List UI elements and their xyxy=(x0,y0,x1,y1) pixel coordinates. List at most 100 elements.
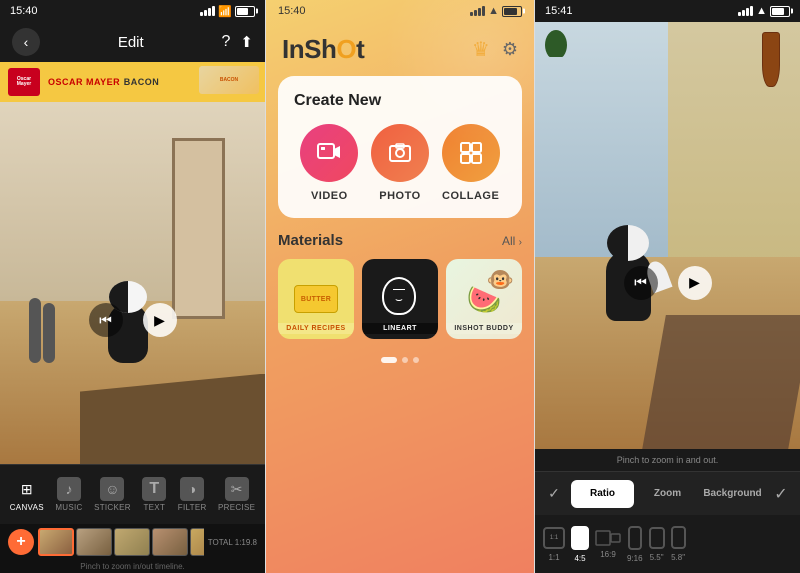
ratio-9-16-label: 9:16 xyxy=(627,554,643,563)
ratio-16-9-label: 16:9 xyxy=(600,550,616,559)
preview-image xyxy=(0,102,265,464)
video-preview: ⏮ ▶ xyxy=(0,102,265,464)
materials-title: Materials xyxy=(278,232,343,249)
total-time: TOTAL 1:19.8 xyxy=(208,538,257,547)
ratio-toolbar: ✓ Ratio Zoom Background ✓ xyxy=(535,471,800,515)
editor-toolbar: ⊞ CANVAS ♪ MUSIC ☺ STICKER T TEXT ◑ FILT… xyxy=(0,464,265,524)
materials-grid: BUTTER DAILY RECIPES ⌣ LINEART xyxy=(278,259,522,339)
wifi-icon-player: ▲ xyxy=(756,5,767,17)
ad-banner[interactable]: OscarMayer OSCAR MAYER BAcon BACON xyxy=(0,62,265,102)
ratio-5-8-label: 5.8" xyxy=(671,553,685,562)
back-button[interactable]: ‹ xyxy=(12,28,40,56)
zoom-hint-editor: Pinch to zoom in/out timeline. xyxy=(0,560,265,573)
ratio-16-9-icon xyxy=(595,530,621,546)
player-video-main: ⏮ ▶ xyxy=(535,22,800,449)
materials-all-link[interactable]: All › xyxy=(502,234,522,248)
ad-text: OSCAR MAYER BAcon xyxy=(48,76,159,88)
music-tool[interactable]: ♪ MUSIC xyxy=(55,477,82,512)
ratio-5-5[interactable]: 5.5" xyxy=(649,527,665,562)
ratio-1-1-label: 1:1 xyxy=(548,553,559,562)
timeline-bar: + TOTAL 1:19.8 xyxy=(0,524,265,560)
ratio-tab-ratio[interactable]: Ratio xyxy=(571,480,634,508)
ratio-5-8-box xyxy=(671,526,686,549)
clip-thumb[interactable] xyxy=(152,528,188,556)
create-collage-button[interactable]: COLLAGE xyxy=(442,124,500,202)
battery-icon-home xyxy=(502,6,522,17)
status-bar-editor: 15:40 📶 xyxy=(0,0,265,22)
ratio-5-5-box xyxy=(649,527,665,549)
create-section: Create New VIDEO xyxy=(278,76,522,218)
signal-icon xyxy=(200,6,215,16)
ratio-back-check[interactable]: ✓ xyxy=(543,483,565,505)
ratio-confirm-button[interactable]: ✓ xyxy=(770,483,792,505)
player-panel: 15:41 ▲ xyxy=(535,0,800,573)
ratio-5-5-label: 5.5" xyxy=(650,553,664,562)
settings-icon[interactable]: ⚙ xyxy=(502,39,518,60)
battery-icon-player xyxy=(770,6,790,17)
zoom-hint-bar: Pinch to zoom in and out. xyxy=(535,449,800,471)
text-tool[interactable]: T TEXT xyxy=(142,477,166,512)
ratio-1-1[interactable]: 1:1 1:1 xyxy=(543,527,565,562)
share-icon[interactable]: ⬆ xyxy=(240,33,253,51)
playback-controls: ⏮ ▶ xyxy=(89,303,177,337)
page-dot-1[interactable] xyxy=(381,357,397,363)
app-logo: InShOt xyxy=(282,34,364,65)
filter-tool[interactable]: ◑ FILTER xyxy=(178,477,207,512)
ratio-9-16-box xyxy=(628,526,642,550)
header-icons: ♛ ⚙ xyxy=(472,37,518,62)
video-label: VIDEO xyxy=(311,190,348,202)
status-time-home: 15:40 xyxy=(278,5,306,17)
player-play-button[interactable]: ▶ xyxy=(678,266,712,300)
material-card-lineart[interactable]: ⌣ LINEART xyxy=(362,259,438,339)
ratio-4-5-label: 4:5 xyxy=(574,554,585,563)
ad-product-image: BACON xyxy=(199,66,259,94)
skip-back-button[interactable]: ⏮ xyxy=(89,303,123,337)
photo-label: PHOTO xyxy=(379,190,420,202)
add-clip-button[interactable]: + xyxy=(8,529,34,555)
ratio-9-16[interactable]: 9:16 xyxy=(627,526,643,563)
sticker-label: STICKER xyxy=(94,503,131,512)
sticker-tool[interactable]: ☺ STICKER xyxy=(94,477,131,512)
create-photo-button[interactable]: PHOTO xyxy=(371,124,429,202)
ratio-tab-background[interactable]: Background xyxy=(701,480,764,508)
status-icons-home: ▲ xyxy=(470,5,522,17)
ratio-tab-zoom[interactable]: Zoom xyxy=(636,480,699,508)
ratio-4-5[interactable]: 4:5 xyxy=(571,526,589,563)
page-dot-3[interactable] xyxy=(413,357,419,363)
create-title: Create New xyxy=(294,92,506,110)
precise-label: PRECISE xyxy=(218,503,255,512)
material-card-buddy[interactable]: 🍉 🐵 INSHOT BUDDY xyxy=(446,259,522,339)
help-icon[interactable]: ? xyxy=(222,33,231,51)
ratio-5-8[interactable]: 5.8" xyxy=(671,526,686,562)
status-icons-editor: 📶 xyxy=(200,5,255,18)
home-panel: 15:40 ▲ InShOt ♛ ⚙ Create New xyxy=(265,0,535,573)
photo-icon xyxy=(371,124,429,182)
precise-icon: ✂ xyxy=(225,477,249,501)
precise-tool[interactable]: ✂ PRECISE xyxy=(218,477,255,512)
clip-thumb[interactable] xyxy=(190,528,204,556)
sticker-icon: ☺ xyxy=(100,477,124,501)
status-time-editor: 15:40 xyxy=(10,5,38,17)
crown-icon[interactable]: ♛ xyxy=(472,37,490,62)
ratio-4-5-box xyxy=(571,526,589,550)
text-label: TEXT xyxy=(143,503,165,512)
clip-thumb[interactable] xyxy=(114,528,150,556)
page-dot-2[interactable] xyxy=(402,357,408,363)
signal-icon-home xyxy=(470,6,485,16)
filter-label: FILTER xyxy=(178,503,207,512)
ratio-16-9[interactable]: 16:9 xyxy=(595,530,621,559)
clip-thumb[interactable] xyxy=(76,528,112,556)
materials-header: Materials All › xyxy=(278,232,522,249)
battery-icon xyxy=(235,6,255,17)
canvas-tool[interactable]: ⊞ CANVAS xyxy=(10,477,44,512)
page-dots xyxy=(266,347,534,373)
player-scene xyxy=(535,22,800,449)
player-skip-back-button[interactable]: ⏮ xyxy=(624,266,658,300)
materials-section: Materials All › BUTTER DAILY RECIPES xyxy=(266,218,534,347)
play-button[interactable]: ▶ xyxy=(143,303,177,337)
editor-title: Edit xyxy=(118,34,144,51)
clip-thumb[interactable] xyxy=(38,528,74,556)
create-video-button[interactable]: VIDEO xyxy=(300,124,358,202)
canvas-icon: ⊞ xyxy=(15,477,39,501)
material-card-daily[interactable]: BUTTER DAILY RECIPES xyxy=(278,259,354,339)
